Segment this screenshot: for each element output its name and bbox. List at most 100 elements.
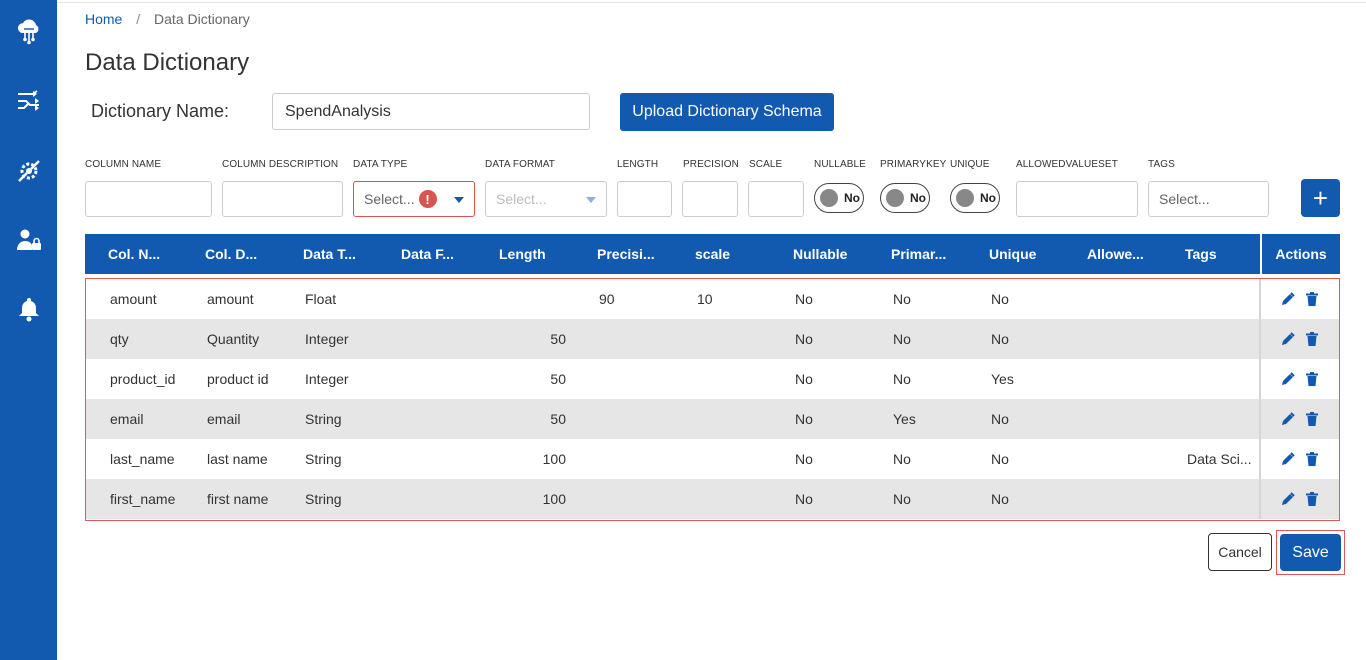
data-format-label: DATA FORMAT bbox=[485, 159, 555, 170]
length-input[interactable] bbox=[617, 181, 672, 217]
table-row: last_name last name String 100 No No No … bbox=[86, 439, 1339, 479]
column-description-label: COLUMN DESCRIPTION bbox=[222, 159, 339, 170]
header-col-name[interactable]: Col. N... bbox=[108, 246, 160, 262]
toggle-knob bbox=[820, 189, 838, 207]
toggle-knob bbox=[956, 189, 974, 207]
primarykey-toggle-text: No bbox=[910, 191, 926, 205]
pencil-icon[interactable] bbox=[1281, 292, 1295, 306]
page-title: Data Dictionary bbox=[85, 49, 250, 76]
header-actions: Actions bbox=[1260, 234, 1340, 274]
table-row: email email String 50 No Yes No bbox=[86, 399, 1339, 439]
header-unique[interactable]: Unique bbox=[989, 246, 1036, 262]
cell-unique: No bbox=[991, 491, 1009, 507]
header-nullable[interactable]: Nullable bbox=[793, 246, 847, 262]
cell-unique: No bbox=[991, 331, 1009, 347]
row-actions bbox=[1259, 319, 1339, 359]
cell-desc: first name bbox=[207, 491, 269, 507]
row-actions bbox=[1259, 279, 1339, 319]
add-column-button[interactable]: + bbox=[1301, 179, 1340, 217]
dictionary-name-input[interactable] bbox=[272, 93, 590, 130]
cell-nullable: No bbox=[795, 491, 813, 507]
allowedvalueset-input[interactable] bbox=[1016, 181, 1138, 217]
chevron-down-icon bbox=[586, 197, 596, 203]
cell-name: first_name bbox=[110, 491, 176, 507]
bell-icon[interactable] bbox=[14, 294, 44, 324]
upload-dictionary-schema-button[interactable]: Upload Dictionary Schema bbox=[620, 93, 834, 131]
pencil-icon[interactable] bbox=[1281, 372, 1295, 386]
pencil-icon[interactable] bbox=[1281, 332, 1295, 346]
trash-icon[interactable] bbox=[1305, 452, 1319, 466]
trash-icon[interactable] bbox=[1305, 332, 1319, 346]
table-row: product_id product id Integer 50 No No Y… bbox=[86, 359, 1339, 399]
cell-unique: No bbox=[991, 411, 1009, 427]
save-button[interactable]: Save bbox=[1280, 534, 1341, 571]
chevron-down-icon bbox=[454, 197, 464, 203]
cloud-network-icon[interactable] bbox=[14, 17, 44, 47]
table-header: Col. N... Col. D... Data T... Data F... … bbox=[85, 234, 1340, 274]
precision-input[interactable] bbox=[682, 181, 738, 217]
nullable-toggle[interactable]: No bbox=[814, 183, 864, 213]
trash-icon[interactable] bbox=[1305, 372, 1319, 386]
data-format-placeholder: Select... bbox=[496, 191, 547, 207]
trash-icon[interactable] bbox=[1305, 412, 1319, 426]
column-description-input[interactable] bbox=[222, 181, 343, 217]
length-label: LENGTH bbox=[617, 159, 659, 170]
cell-primary: No bbox=[893, 491, 911, 507]
cell-desc: email bbox=[207, 411, 241, 427]
trash-icon[interactable] bbox=[1305, 492, 1319, 506]
header-primary[interactable]: Primar... bbox=[891, 246, 946, 262]
sidebar bbox=[0, 0, 57, 660]
header-allowed[interactable]: Allowe... bbox=[1087, 246, 1144, 262]
pencil-icon[interactable] bbox=[1281, 452, 1295, 466]
cell-primary: No bbox=[893, 291, 911, 307]
error-icon: ! bbox=[418, 190, 437, 208]
cancel-button[interactable]: Cancel bbox=[1208, 533, 1272, 571]
header-scale[interactable]: scale bbox=[695, 246, 730, 262]
cell-length: 50 bbox=[550, 331, 566, 347]
data-type-select[interactable]: Select... ! bbox=[353, 181, 475, 217]
cell-scale: 10 bbox=[697, 291, 713, 307]
gear-tools-icon[interactable] bbox=[14, 156, 44, 186]
nullable-toggle-text: No bbox=[844, 191, 860, 205]
header-data-format[interactable]: Data F... bbox=[401, 246, 454, 262]
cell-length: 50 bbox=[550, 411, 566, 427]
column-name-input[interactable] bbox=[85, 181, 212, 217]
cell-type: String bbox=[305, 451, 342, 467]
data-format-select[interactable]: Select... bbox=[485, 181, 607, 217]
cell-type: Integer bbox=[305, 371, 349, 387]
breadcrumb-home-link[interactable]: Home bbox=[85, 11, 122, 27]
header-data-type[interactable]: Data T... bbox=[303, 246, 356, 262]
header-col-description[interactable]: Col. D... bbox=[205, 246, 257, 262]
trash-icon[interactable] bbox=[1305, 292, 1319, 306]
cell-desc: Quantity bbox=[207, 331, 260, 347]
toggle-knob bbox=[886, 189, 904, 207]
data-type-placeholder: Select... bbox=[364, 191, 415, 207]
pencil-icon[interactable] bbox=[1281, 412, 1295, 426]
cell-type: String bbox=[305, 491, 342, 507]
breadcrumb-separator: / bbox=[136, 11, 141, 27]
pencil-icon[interactable] bbox=[1281, 492, 1295, 506]
header-tags[interactable]: Tags bbox=[1185, 246, 1217, 262]
unique-toggle[interactable]: No bbox=[950, 183, 1000, 213]
cell-length: 100 bbox=[542, 491, 566, 507]
scale-input[interactable] bbox=[748, 181, 804, 217]
cell-nullable: No bbox=[795, 291, 813, 307]
primarykey-toggle[interactable]: No bbox=[880, 183, 930, 213]
header-precision[interactable]: Precisi... bbox=[597, 246, 655, 262]
header-length[interactable]: Length bbox=[499, 246, 546, 262]
cell-desc: last name bbox=[207, 451, 268, 467]
columns-table: Col. N... Col. D... Data T... Data F... … bbox=[85, 234, 1340, 521]
unique-toggle-text: No bbox=[980, 191, 996, 205]
user-lock-icon[interactable] bbox=[14, 225, 44, 255]
cell-name: product_id bbox=[110, 371, 176, 387]
cell-unique: No bbox=[991, 291, 1009, 307]
cell-desc: amount bbox=[207, 291, 254, 307]
primarykey-label: PRIMARYKEY bbox=[880, 159, 947, 170]
flow-arrows-icon[interactable] bbox=[14, 86, 44, 116]
row-actions bbox=[1259, 399, 1339, 439]
cell-type: Float bbox=[305, 291, 337, 307]
tags-select[interactable]: Select... bbox=[1148, 181, 1269, 217]
data-type-label: DATA TYPE bbox=[353, 159, 408, 170]
table-row: amount amount Float 90 10 No No No bbox=[86, 279, 1339, 319]
cell-primary: No bbox=[893, 371, 911, 387]
